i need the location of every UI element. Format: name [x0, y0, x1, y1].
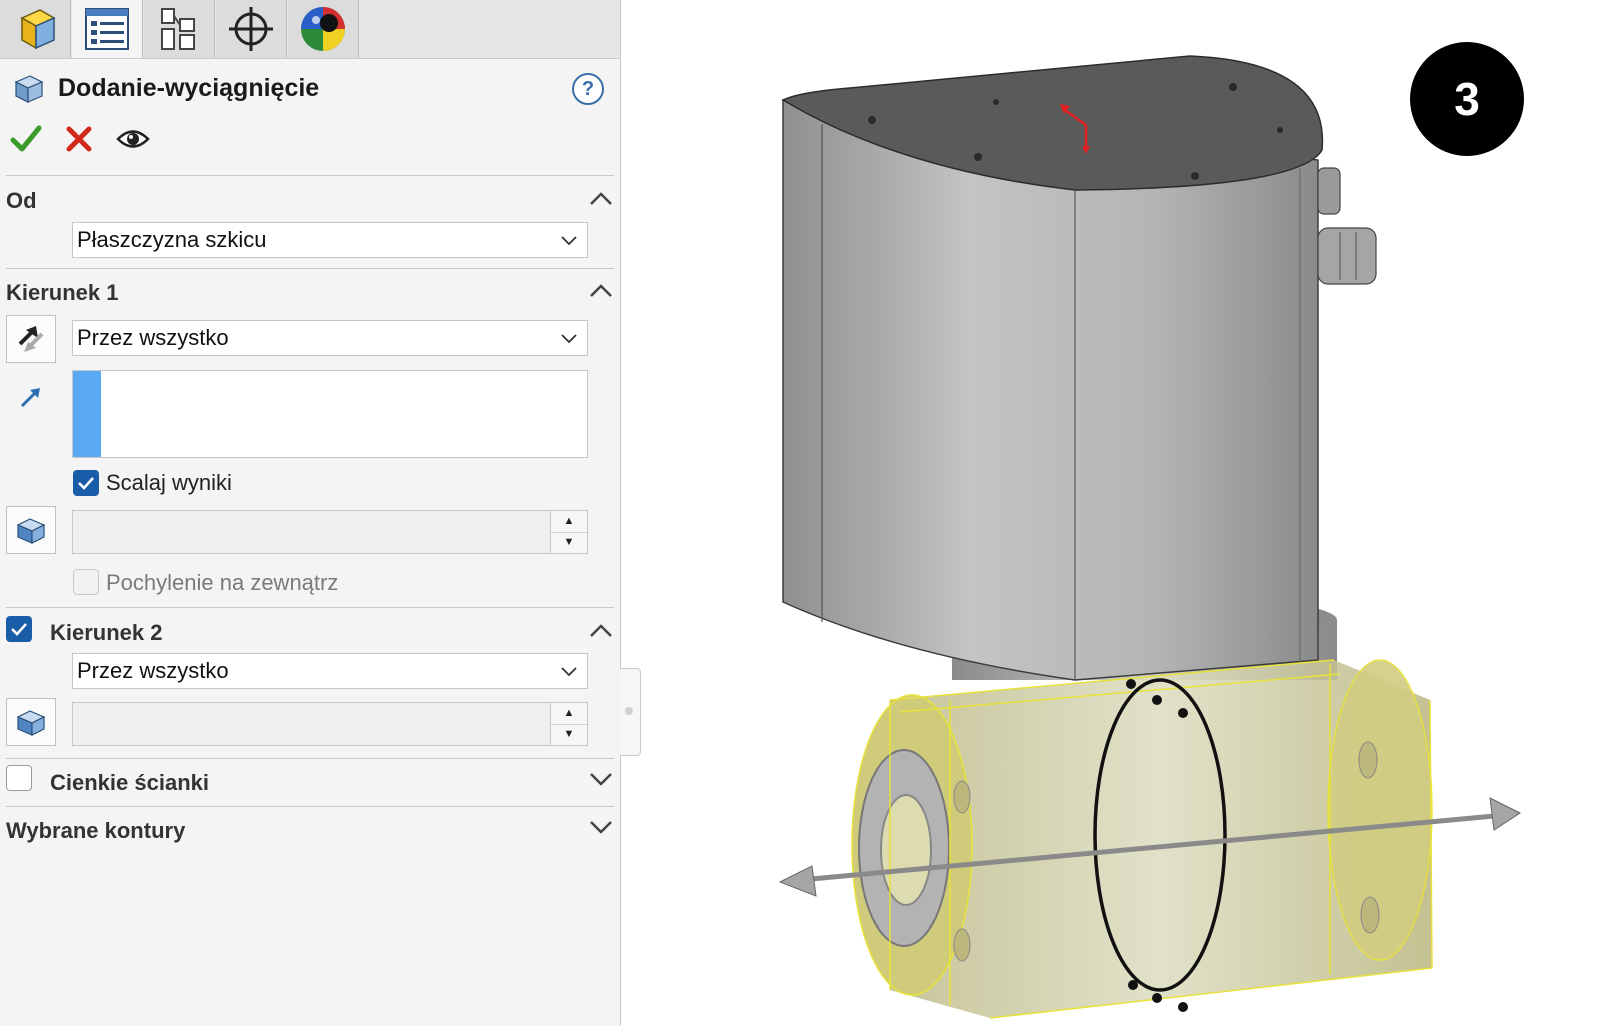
reverse-direction-icon: [18, 326, 44, 352]
checkmark-icon: [11, 623, 27, 636]
help-button[interactable]: ?: [572, 73, 604, 105]
direction-vector-icon: [20, 388, 40, 408]
chevron-down-icon: [561, 236, 577, 246]
draft-outward-label: Pochylenie na zewnątrz: [106, 570, 339, 595]
reverse-direction-button[interactable]: [6, 315, 56, 363]
configuration-manager-icon: [161, 8, 195, 50]
chevron-down-icon: [561, 667, 577, 677]
actuator-housing: [781, 55, 1324, 681]
panel-collapse-handle[interactable]: [620, 668, 641, 756]
property-manager-tab[interactable]: [72, 0, 143, 58]
spin-buttons: ▲ ▼: [550, 511, 587, 553]
chevron-down-icon: [561, 334, 577, 344]
separator: [6, 268, 614, 269]
direction2-section-title: Kierunek 2: [50, 620, 163, 645]
merge-result-label: Scalaj wyniki: [106, 470, 232, 495]
separator: [6, 175, 614, 176]
step-number-badge: 3: [1410, 42, 1524, 156]
spin-down-button[interactable]: ▼: [551, 532, 587, 553]
property-manager-panel: Dodanie-wyciągnięcie ? Od Płaszczyzna sz…: [0, 0, 621, 1026]
draft-icon: [16, 518, 46, 544]
chevron-up-icon[interactable]: [588, 620, 614, 642]
appearance-sphere-icon: [301, 7, 345, 51]
feature-title: Dodanie-wyciągnięcie: [58, 74, 320, 102]
chevron-up-icon[interactable]: [588, 188, 614, 210]
spin-buttons: ▲ ▼: [550, 703, 587, 745]
draft-button[interactable]: [6, 506, 56, 554]
from-select-value: Płaszczyzna szkicu: [77, 227, 267, 252]
chevron-down-icon[interactable]: [588, 768, 614, 790]
extrusion-preview: [851, 659, 1433, 1019]
spin-up-button[interactable]: ▲: [551, 511, 587, 533]
selection-highlight-bar: [73, 371, 101, 457]
direction1-section-title: Kierunek 1: [6, 280, 119, 305]
chevron-down-icon[interactable]: [588, 816, 614, 838]
direction2-end-condition-select[interactable]: Przez wszystko: [72, 653, 588, 689]
from-section-title: Od: [6, 188, 37, 213]
extrude-feature-icon: [14, 75, 44, 103]
dimxpert-manager-tab[interactable]: [216, 0, 287, 58]
handle-dot: [625, 707, 633, 715]
display-manager-tab[interactable]: [288, 0, 359, 58]
spin-up-button[interactable]: ▲: [551, 703, 587, 725]
draft-outward-checkbox[interactable]: [73, 569, 99, 595]
from-select[interactable]: Płaszczyzna szkicu: [72, 222, 588, 258]
separator: [6, 607, 614, 608]
direction-vector-selection-box[interactable]: [72, 370, 588, 458]
feature-manager-tab[interactable]: [0, 0, 71, 58]
draft2-button[interactable]: [6, 698, 56, 746]
draft-icon: [16, 710, 46, 736]
direction1-end-condition-value: Przez wszystko: [77, 325, 229, 350]
thin-feature-section-title: Cienkie ścianki: [50, 770, 209, 795]
direction2-checkbox[interactable]: [6, 616, 32, 642]
preview-eye-icon[interactable]: [116, 126, 150, 152]
configuration-manager-tab[interactable]: [144, 0, 215, 58]
chevron-up-icon[interactable]: [588, 280, 614, 302]
confirm-check-icon[interactable]: [10, 124, 42, 154]
checkmark-icon: [78, 477, 94, 490]
direction2-end-condition-value: Przez wszystko: [77, 658, 229, 683]
feature-manager-icon: [20, 9, 56, 50]
spin-down-button[interactable]: ▼: [551, 724, 587, 745]
property-manager-icon: [85, 8, 129, 50]
thin-feature-checkbox[interactable]: [6, 765, 32, 791]
selected-contours-section-title: Wybrane kontury: [6, 818, 186, 843]
cancel-x-icon[interactable]: [66, 126, 92, 152]
draft2-angle-spinbox[interactable]: ▲ ▼: [72, 702, 588, 746]
cable-glands: [1317, 167, 1377, 285]
separator: [6, 806, 614, 807]
crosshair-icon: [229, 7, 273, 51]
merge-result-checkbox[interactable]: [73, 470, 99, 496]
draft-angle-spinbox[interactable]: ▲ ▼: [72, 510, 588, 554]
manager-tabs: [0, 0, 620, 59]
direction1-end-condition-select[interactable]: Przez wszystko: [72, 320, 588, 356]
separator: [6, 758, 614, 759]
